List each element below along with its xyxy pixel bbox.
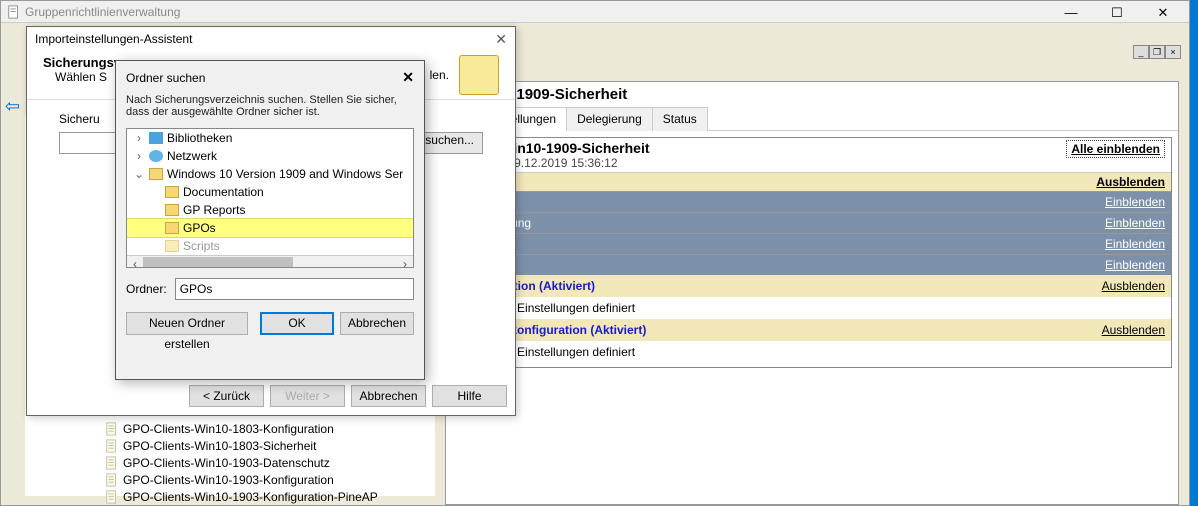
tree-node-label: Documentation — [183, 185, 264, 199]
expand-link[interactable]: Einblenden — [1105, 195, 1165, 209]
tree-item-label: GPO-Clients-Win10-1903-Datenschutz — [123, 456, 330, 470]
tree-item[interactable]: GPO-Clients-Win10-1803-Konfiguration — [25, 421, 435, 437]
wizard-header-trailing: len. — [430, 68, 449, 82]
doc-icon — [105, 490, 119, 504]
doc-icon — [105, 439, 119, 453]
next-button[interactable]: Weiter > — [270, 385, 345, 407]
scroll-thumb[interactable] — [143, 257, 293, 269]
window-controls: — ☐ ✕ — [1049, 3, 1185, 23]
no-settings-text: Keine Einstellungen definiert — [453, 341, 1171, 363]
browse-folder-dialog: Ordner suchen ✕ Nach Sicherungsverzeichn… — [115, 60, 425, 380]
browse-close-button[interactable]: ✕ — [402, 69, 414, 86]
content-title: s-Win10-1909-Sicherheit — [446, 82, 1178, 107]
tree-item-label: GPO-Clients-Win10-1803-Sicherheit — [123, 439, 316, 453]
network-icon — [149, 150, 163, 162]
wizard-title-text: Importeinstellungen-Assistent — [35, 32, 192, 46]
wizard-titlebar: Importeinstellungen-Assistent ✕ — [27, 27, 515, 51]
tree-node-win10[interactable]: ⌄ Windows 10 Version 1909 and Windows Se… — [127, 165, 413, 183]
tree-node-label: Windows 10 Version 1909 and Windows Ser — [167, 167, 403, 181]
mdi-minimize[interactable]: _ — [1133, 45, 1149, 59]
no-settings-text: Keine Einstellungen definiert — [453, 297, 1171, 319]
app-titlebar: Gruppenrichtlinienverwaltung — [1, 1, 1189, 23]
mdi-controls: _ ❐ × — [1133, 45, 1181, 59]
tree-item-label: GPO-Clients-Win10-1903-Konfiguration-Pin… — [123, 490, 378, 504]
doc-icon — [105, 456, 119, 470]
folder-icon — [165, 240, 179, 252]
doc-icon — [105, 473, 119, 487]
tabs: s Einstellungen Delegierung Status — [446, 107, 1178, 131]
horizontal-scrollbar[interactable]: ‹ › — [127, 255, 413, 268]
new-folder-button[interactable]: Neuen Ordner erstellen — [126, 312, 248, 335]
collapse-link[interactable]: Ausblenden — [1102, 279, 1165, 293]
folder-icon — [165, 222, 179, 234]
tree-item-label: GPO-Clients-Win10-1903-Konfiguration — [123, 473, 334, 487]
content-pane: s-Win10-1909-Sicherheit s Einstellungen … — [445, 81, 1179, 505]
libraries-icon — [149, 132, 163, 144]
expand-link[interactable]: Einblenden — [1105, 216, 1165, 230]
collapse-link[interactable]: Ausblenden — [1102, 323, 1165, 337]
expand-link[interactable]: Einblenden — [1105, 237, 1165, 251]
tree-node-label: GP Reports — [183, 203, 245, 217]
ordner-label: Ordner: — [126, 282, 167, 296]
tree-node-label: Bibliotheken — [167, 131, 232, 145]
expand-all-link[interactable]: Alle einblenden — [1066, 140, 1165, 158]
folder-tree[interactable]: › Bibliotheken › Netzwerk ⌄ Windows 10 V… — [126, 128, 414, 268]
tree-node-gpreports[interactable]: GP Reports — [127, 201, 413, 219]
tree-node-label: GPOs — [183, 221, 216, 235]
tree-item-label: GPO-Clients-Win10-1803-Konfiguration — [123, 422, 334, 436]
help-button[interactable]: Hilfe — [432, 385, 507, 407]
tree-node-documentation[interactable]: Documentation — [127, 183, 413, 201]
tree-node-bibliotheken[interactable]: › Bibliotheken — [127, 129, 413, 147]
back-button[interactable]: < Zurück — [189, 385, 264, 407]
tree-item[interactable]: GPO-Clients-Win10-1903-Datenschutz — [25, 455, 435, 471]
mdi-close[interactable]: × — [1165, 45, 1181, 59]
tree-item[interactable]: GPO-Clients-Win10-1803-Sicherheit — [25, 438, 435, 454]
browse-title: Ordner suchen — [126, 71, 205, 85]
settings-body: lients-Win10-1909-Sicherheit ittelt am: … — [452, 137, 1172, 368]
app-icon — [7, 5, 21, 19]
collapse-link[interactable]: Ausblenden — [1096, 175, 1165, 189]
collapse-icon[interactable]: ⌄ — [133, 167, 145, 181]
tree-node-scripts[interactable]: Scripts — [127, 237, 413, 255]
tab-delegierung[interactable]: Delegierung — [566, 107, 653, 131]
wizard-close-button[interactable]: ✕ — [495, 31, 507, 48]
tree-item[interactable]: GPO-Clients-Win10-1903-Konfiguration-Pin… — [25, 489, 435, 505]
arrow-left-icon: ⇦ — [5, 96, 20, 116]
scroll-right-icon[interactable]: › — [397, 257, 413, 269]
scroll-left-icon[interactable]: ‹ — [127, 257, 143, 269]
folder-icon — [165, 186, 179, 198]
ordner-input[interactable] — [175, 278, 414, 300]
tree-node-netzwerk[interactable]: › Netzwerk — [127, 147, 413, 165]
scroll-icon — [459, 55, 499, 95]
mdi-restore[interactable]: ❐ — [1149, 45, 1165, 59]
folder-icon — [165, 204, 179, 216]
cancel-button[interactable]: Abbrechen — [340, 312, 414, 335]
cancel-button[interactable]: Abbrechen — [351, 385, 426, 407]
tree-item[interactable]: GPO-Clients-Win10-1903-Konfiguration — [25, 472, 435, 488]
app-title: Gruppenrichtlinienverwaltung — [25, 5, 180, 19]
tree-node-label: Netzwerk — [167, 149, 217, 163]
expand-icon[interactable]: › — [133, 149, 145, 163]
folder-icon — [149, 168, 163, 180]
expand-icon[interactable]: › — [133, 131, 145, 145]
maximize-button[interactable]: ☐ — [1095, 3, 1139, 23]
tree-node-label: Scripts — [183, 239, 220, 253]
ok-button[interactable]: OK — [260, 312, 334, 335]
minimize-button[interactable]: — — [1049, 3, 1093, 23]
nav-back-arrow[interactable]: ⇦ — [5, 96, 20, 117]
browse-instructions: Nach Sicherungsverzeichnis suchen. Stell… — [126, 94, 414, 118]
tab-status[interactable]: Status — [652, 107, 708, 131]
doc-icon — [105, 422, 119, 436]
tree-node-gpos[interactable]: GPOs — [127, 219, 413, 237]
close-button[interactable]: ✕ — [1141, 3, 1185, 23]
expand-link[interactable]: Einblenden — [1105, 258, 1165, 272]
